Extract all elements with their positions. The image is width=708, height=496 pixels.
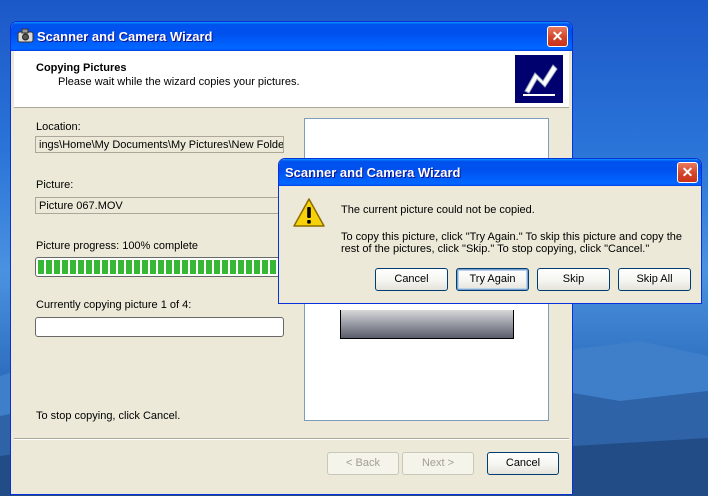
stop-hint: To stop copying, click Cancel. [36,410,181,422]
wizard-titlebar[interactable]: Scanner and Camera Wizard ✕ [11,22,572,51]
dialog-titlebar[interactable]: Scanner and Camera Wizard ✕ [279,159,701,186]
camera-icon [17,28,34,43]
wizard-logo-icon [515,55,563,103]
location-field: ings\Home\My Documents\My Pictures\New F… [35,136,284,153]
dialog-close-button[interactable]: ✕ [677,162,698,183]
back-button[interactable]: < Back [327,452,399,475]
picture-progress-label: Picture progress: 100% complete [36,240,199,252]
picture-label: Picture: [36,179,74,191]
wizard-header: Copying Pictures Please wait while the w… [14,51,569,108]
close-icon: ✕ [681,164,694,180]
error-instructions-line1: To copy this picture, click "Try Again."… [341,231,683,243]
picture-progress-fill [38,260,281,274]
preview-thumbnail [340,310,514,339]
error-instructions-line2: rest of the pictures, click "Skip." To s… [341,243,650,255]
error-dialog: Scanner and Camera Wizard ✕ The current … [278,158,702,304]
warning-icon [293,198,325,227]
wizard-close-button[interactable]: ✕ [547,26,568,47]
dialog-title: Scanner and Camera Wizard [285,165,461,180]
copying-progress-bar [35,317,284,337]
error-message: The current picture could not be copied. [341,204,535,216]
location-label: Location: [36,121,81,133]
picture-field: Picture 067.MOV [35,197,284,214]
picture-progress-bar [35,257,284,277]
header-title: Copying Pictures [36,62,127,74]
button-separator [14,438,569,440]
next-button[interactable]: Next > [402,452,474,475]
skip-button[interactable]: Skip [537,268,610,291]
dialog-cancel-button[interactable]: Cancel [375,268,448,291]
header-subtitle: Please wait while the wizard copies your… [58,76,300,88]
skip-all-button[interactable]: Skip All [618,268,691,291]
try-again-button[interactable]: Try Again [456,268,529,291]
wizard-title: Scanner and Camera Wizard [37,29,213,44]
close-icon: ✕ [551,28,564,44]
wizard-cancel-button[interactable]: Cancel [487,452,559,475]
copying-label: Currently copying picture 1 of 4: [36,299,192,311]
